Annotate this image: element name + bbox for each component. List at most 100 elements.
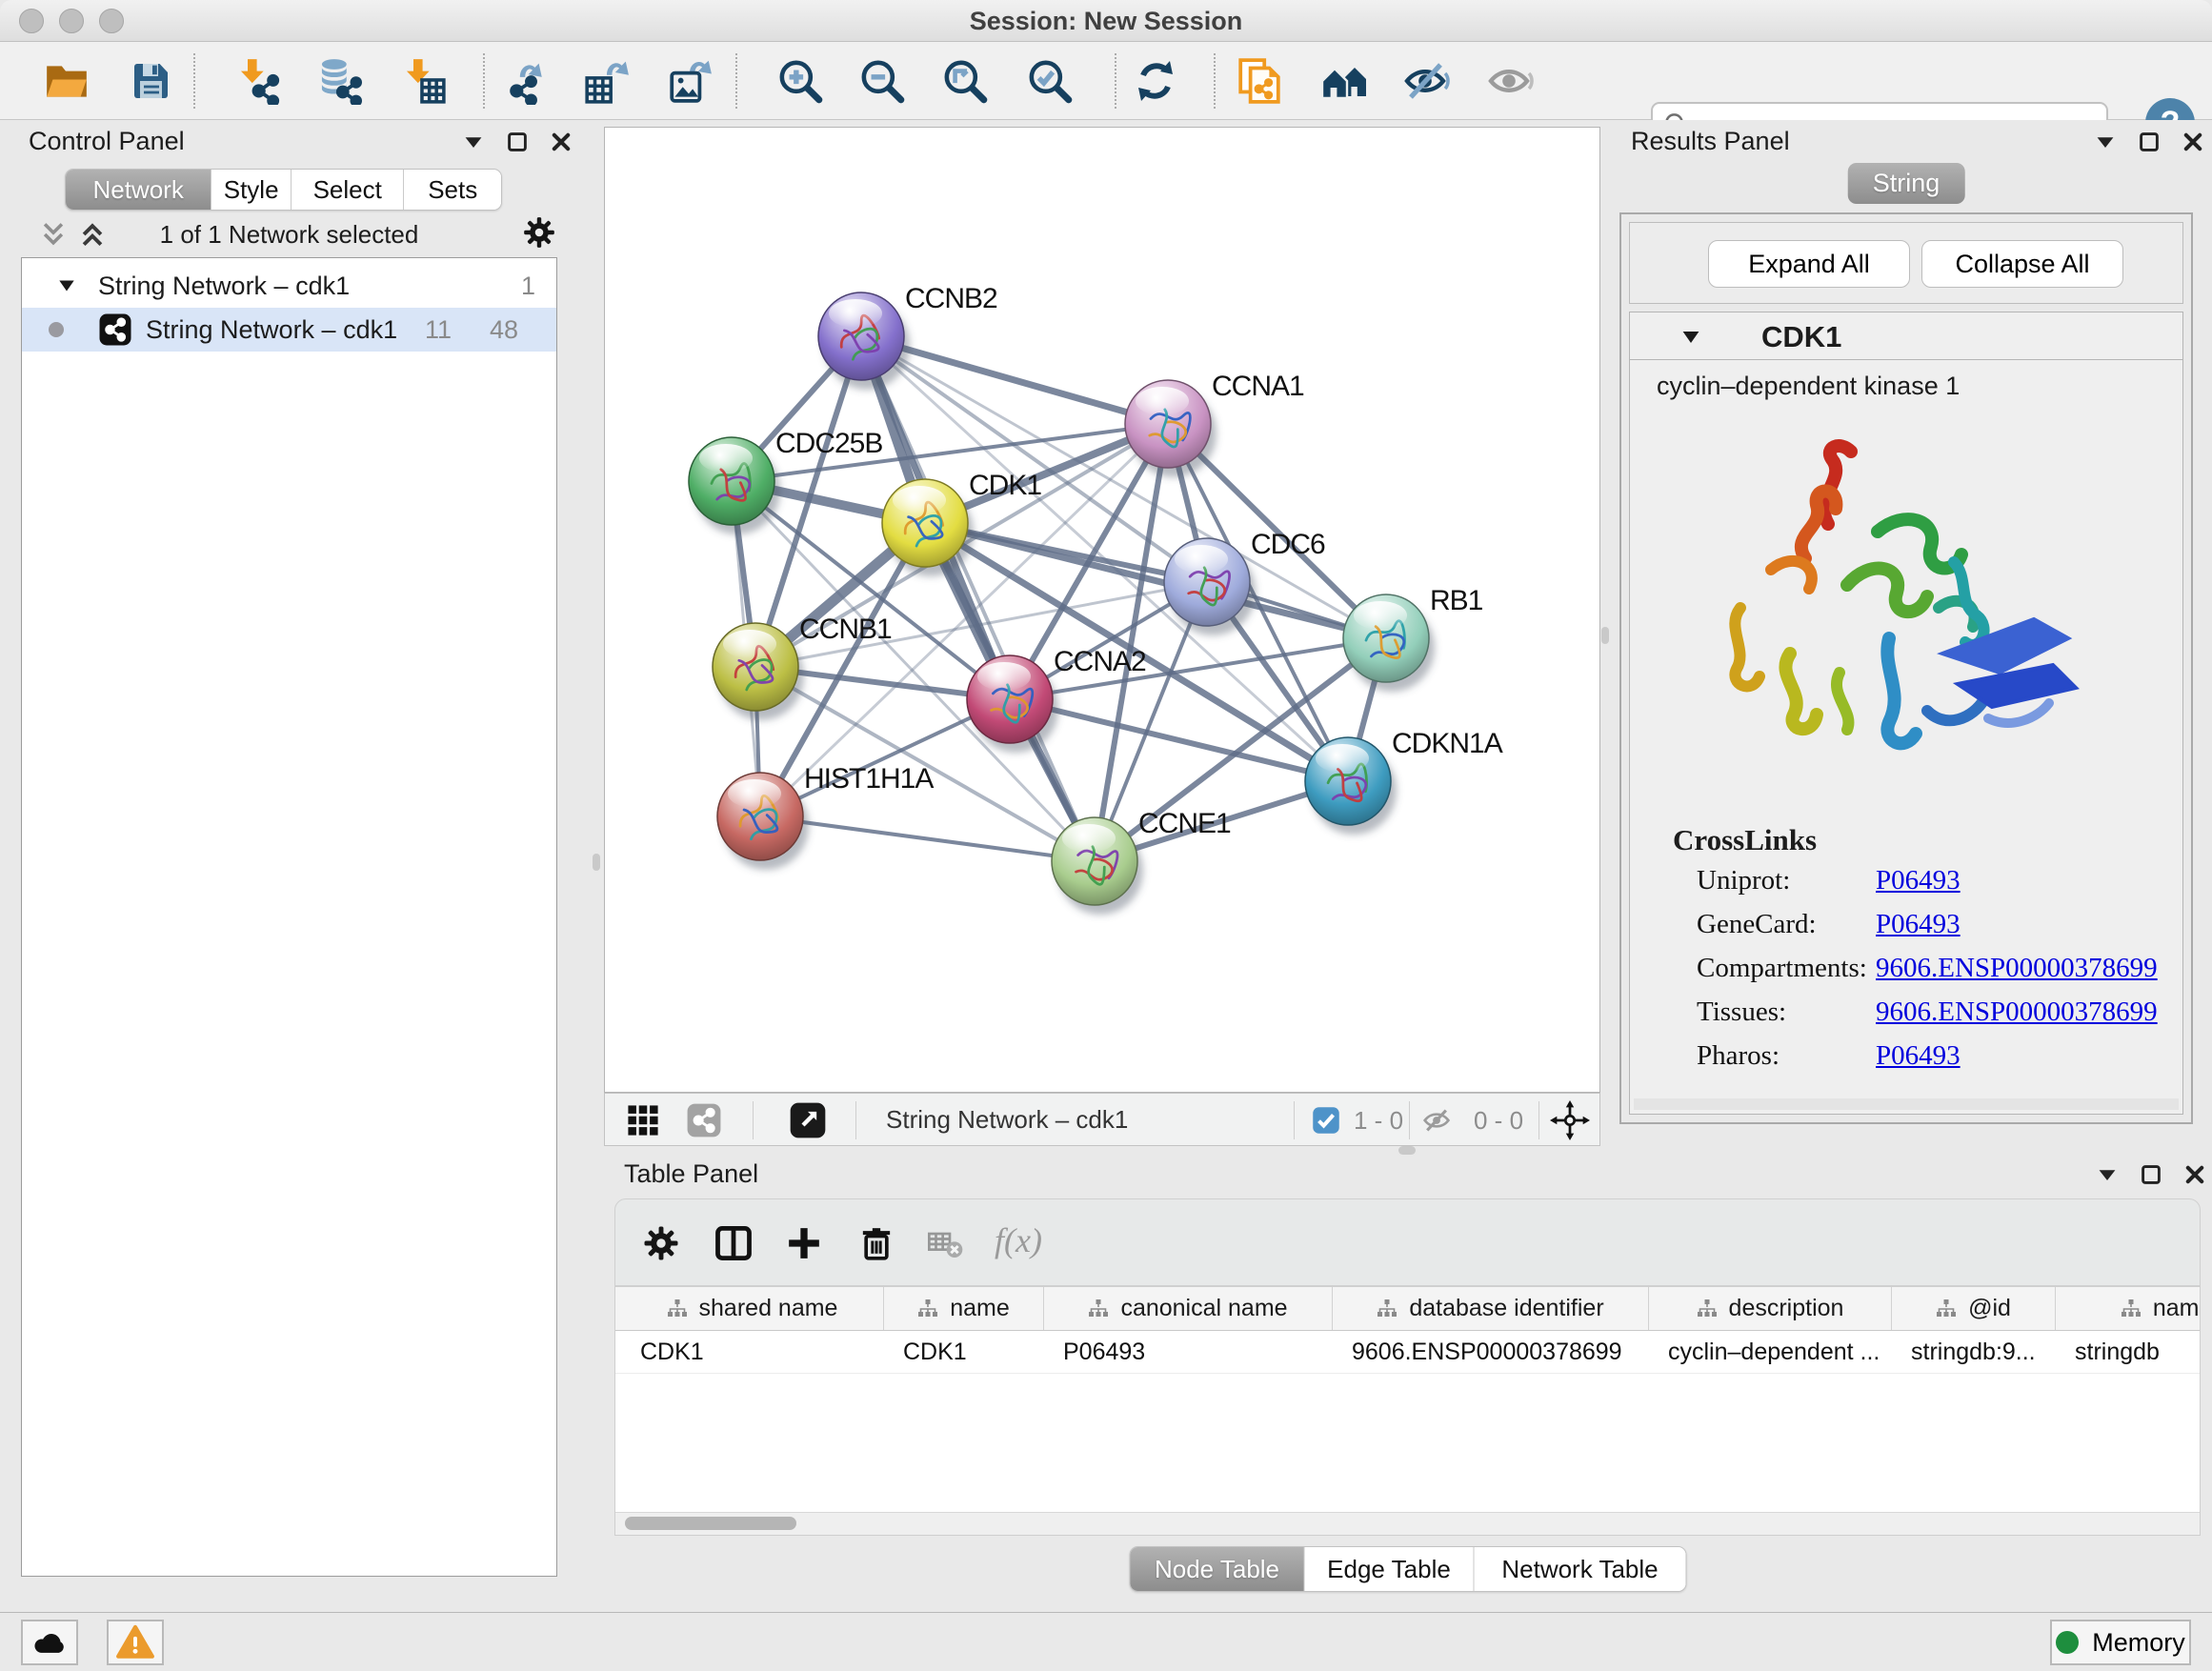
node-table[interactable]: shared namenamecanonical namedatabase id… <box>614 1286 2201 1536</box>
float-panel-icon[interactable] <box>2096 1163 2119 1186</box>
table-horizontal-scrollbar[interactable] <box>615 1512 2200 1535</box>
fit-content-crosshair-icon[interactable] <box>1550 1100 1590 1140</box>
network-node-CCNA2[interactable] <box>967 655 1053 743</box>
table-cell[interactable]: stringdb:9... <box>1892 1331 2056 1373</box>
expand-all-button[interactable]: Expand All <box>1708 240 1910 288</box>
save-session-button[interactable] <box>124 54 177 108</box>
apply-layout-button[interactable] <box>1129 54 1182 108</box>
tab-node-table[interactable]: Node Table <box>1131 1547 1305 1591</box>
import-network-file-button[interactable] <box>231 54 284 108</box>
maximize-panel-icon[interactable] <box>2138 131 2161 153</box>
zoom-fit-button[interactable] <box>938 54 992 108</box>
column-header-name[interactable]: name <box>884 1287 1044 1330</box>
table-type-tabs: Node Table Edge Table Network Table <box>1130 1546 1687 1592</box>
results-panel: Results Panel String Expand All Collapse… <box>1610 127 2202 1156</box>
tab-edge-table[interactable]: Edge Table <box>1305 1547 1475 1591</box>
network-row[interactable]: String Network – cdk1 11 48 <box>22 308 556 352</box>
crosslink-link[interactable]: P06493 <box>1876 909 1961 940</box>
close-panel-icon[interactable] <box>2183 1163 2206 1186</box>
export-table-button[interactable] <box>580 54 633 108</box>
open-session-button[interactable] <box>40 54 93 108</box>
show-all-button[interactable] <box>1485 54 1538 108</box>
horizontal-splitter-handle[interactable] <box>1398 1146 1416 1155</box>
column-header-shared-name[interactable]: shared name <box>621 1287 884 1330</box>
crosslink-link[interactable]: P06493 <box>1876 865 1961 896</box>
create-column-button[interactable] <box>777 1217 831 1270</box>
show-columns-button[interactable] <box>707 1217 760 1270</box>
zoom-selected-button[interactable] <box>1023 54 1076 108</box>
network-view-type-icon[interactable] <box>686 1102 722 1138</box>
network-collection-row[interactable]: String Network – cdk1 1 <box>22 264 556 308</box>
collapse-all-button[interactable]: Collapse All <box>1921 240 2123 288</box>
maximize-panel-icon[interactable] <box>506 131 529 153</box>
column-header-@id[interactable]: @id <box>1892 1287 2056 1330</box>
vertical-splitter-handle[interactable] <box>593 854 600 871</box>
tab-network[interactable]: Network <box>66 170 211 210</box>
tab-select[interactable]: Select <box>292 170 404 210</box>
network-node-CCNB1[interactable] <box>713 623 798 711</box>
first-neighbors-button[interactable] <box>1318 54 1372 108</box>
crosslink-link[interactable]: 9606.ENSP00000378699 <box>1876 953 2158 984</box>
column-header-database-identifier[interactable]: database identifier <box>1333 1287 1649 1330</box>
collection-disclosure-icon[interactable] <box>56 275 77 296</box>
tab-sets[interactable]: Sets <box>404 170 501 210</box>
network-edge-HIST1H1A-CCNE1[interactable] <box>760 816 1095 861</box>
network-node-HIST1H1A[interactable] <box>717 773 803 860</box>
table-cell[interactable]: 9606.ENSP00000378699 <box>1333 1331 1649 1373</box>
table-cell[interactable]: CDK1 <box>621 1331 884 1373</box>
zoom-in-button[interactable] <box>774 54 827 108</box>
hide-selected-button[interactable] <box>1401 54 1455 108</box>
birdseye-view-icon[interactable] <box>789 1101 827 1139</box>
memory-button[interactable]: Memory <box>2050 1620 2191 1665</box>
float-panel-icon[interactable] <box>2094 131 2117 153</box>
vertical-splitter-handle[interactable] <box>1601 627 1609 644</box>
selected-checkbox-icon[interactable] <box>1312 1106 1340 1135</box>
network-graph[interactable]: CCNB2CCNA1CDC25BCDK1CDC6RB1CCNB1CCNA2CDK… <box>605 128 1601 1094</box>
results-scrollbar-track[interactable] <box>1634 1098 2179 1110</box>
cloud-service-button[interactable] <box>21 1620 78 1665</box>
delete-table-button[interactable] <box>918 1217 972 1270</box>
new-network-from-selection-button[interactable] <box>1233 54 1286 108</box>
network-canvas[interactable]: CCNB2CCNA1CDC25BCDK1CDC6RB1CCNB1CCNA2CDK… <box>604 127 1600 1093</box>
grid-view-icon[interactable] <box>627 1104 659 1137</box>
table-settings-button[interactable] <box>634 1217 688 1270</box>
function-builder-icon[interactable]: f(x) <box>995 1220 1042 1260</box>
network-node-CCNB2[interactable] <box>818 292 904 380</box>
network-options-gear-icon[interactable] <box>521 214 557 251</box>
tab-network-table[interactable]: Network Table <box>1475 1547 1686 1591</box>
column-header-canonical-name[interactable]: canonical name <box>1044 1287 1333 1330</box>
table-cell[interactable]: cyclin–dependent ... <box>1649 1331 1892 1373</box>
network-node-CDKN1A[interactable] <box>1305 737 1391 825</box>
crosslink-link[interactable]: P06493 <box>1876 1040 1961 1072</box>
close-panel-icon[interactable] <box>2182 131 2204 153</box>
float-panel-icon[interactable] <box>462 131 485 153</box>
table-cell[interactable]: stringdb <box>2056 1331 2201 1373</box>
close-panel-icon[interactable] <box>550 131 573 153</box>
column-header-description[interactable]: description <box>1649 1287 1892 1330</box>
network-node-CCNE1[interactable] <box>1052 817 1137 905</box>
entry-header[interactable]: CDK1 <box>1630 312 2182 360</box>
table-cell[interactable]: P06493 <box>1044 1331 1333 1373</box>
zoom-out-button[interactable] <box>855 54 909 108</box>
table-cell[interactable]: CDK1 <box>884 1331 1044 1373</box>
tab-style[interactable]: Style <box>211 170 292 210</box>
network-node-CDC6[interactable] <box>1164 538 1250 626</box>
warnings-button[interactable] <box>107 1620 164 1665</box>
import-table-file-button[interactable] <box>396 54 450 108</box>
tab-string[interactable]: String <box>1848 163 1965 204</box>
hidden-eye-icon[interactable] <box>1422 1105 1455 1136</box>
export-network-button[interactable] <box>497 54 551 108</box>
import-network-database-button[interactable] <box>312 54 365 108</box>
network-node-CCNA1[interactable] <box>1125 380 1211 468</box>
table-row[interactable]: CDK1CDK1P064939606.ENSP00000378699cyclin… <box>615 1331 2201 1374</box>
network-node-CDK1[interactable] <box>882 479 968 567</box>
entry-disclosure-icon[interactable] <box>1679 326 1702 349</box>
scrollbar-thumb[interactable] <box>625 1517 796 1530</box>
network-node-CDC25B[interactable] <box>689 437 774 525</box>
export-image-button[interactable] <box>663 54 716 108</box>
column-header-namespace[interactable]: namespace <box>2056 1287 2201 1330</box>
network-node-RB1[interactable] <box>1343 594 1429 682</box>
crosslink-link[interactable]: 9606.ENSP00000378699 <box>1876 997 2158 1028</box>
maximize-panel-icon[interactable] <box>2140 1163 2162 1186</box>
delete-column-button[interactable] <box>850 1217 903 1270</box>
